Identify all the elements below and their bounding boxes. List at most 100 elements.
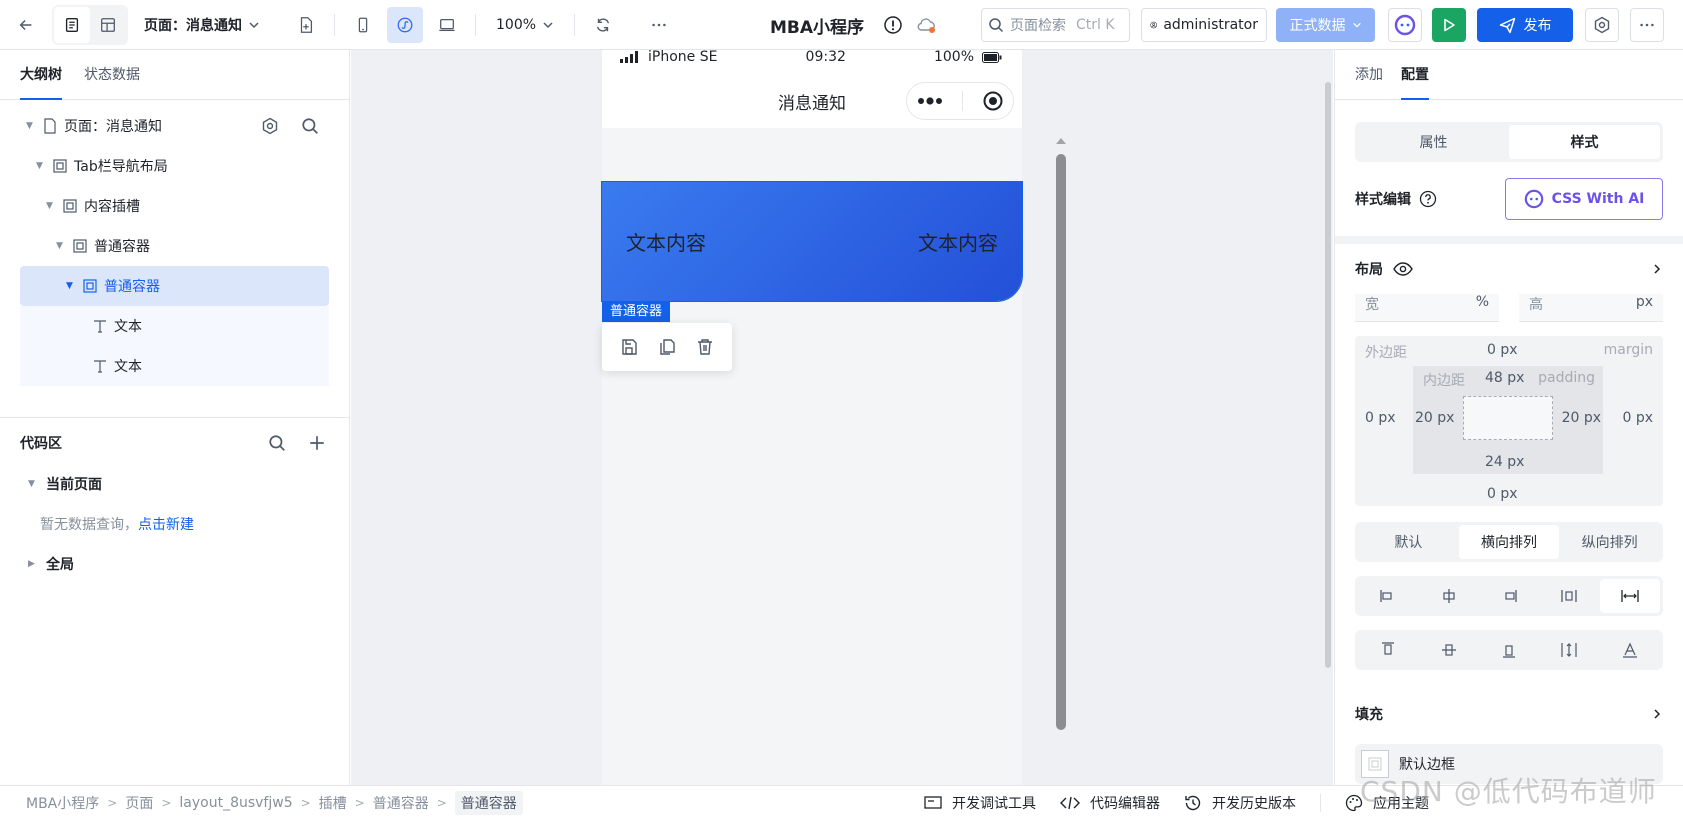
phone-scrollbar[interactable]: [1056, 154, 1066, 730]
page-search-input[interactable]: 页面检索 Ctrl K: [981, 8, 1130, 42]
tab-state-data[interactable]: 状态数据: [84, 50, 140, 99]
history-button[interactable]: 开发历史版本: [1184, 793, 1296, 813]
page-select[interactable]: 页面：消息通知: [144, 15, 260, 35]
breadcrumb-item[interactable]: 页面: [125, 793, 153, 813]
tree-node-page[interactable]: ▼ 页面：消息通知: [20, 106, 329, 146]
padding-right-input[interactable]: 20 px: [1562, 410, 1601, 426]
chevron-right-icon[interactable]: [1651, 708, 1663, 720]
more-button[interactable]: [1630, 8, 1664, 42]
padding-bottom-input[interactable]: 24 px: [1485, 454, 1524, 470]
back-icon[interactable]: [8, 7, 44, 43]
fill-section-header[interactable]: 填充: [1355, 694, 1663, 734]
justify-end-icon[interactable]: [1479, 579, 1539, 613]
layout-icon[interactable]: [90, 7, 126, 43]
justify-between-icon[interactable]: [1599, 579, 1661, 613]
run-button[interactable]: [1432, 8, 1466, 42]
breadcrumb-current[interactable]: 普通容器: [454, 790, 523, 815]
caret-down-icon[interactable]: ▼: [26, 121, 36, 131]
tab-outline-tree[interactable]: 大纲树: [20, 50, 62, 100]
selected-container-banner[interactable]: 文本内容 文本内容: [601, 181, 1023, 302]
help-icon[interactable]: [1419, 190, 1437, 208]
miniprogram-capsule[interactable]: [906, 82, 1014, 120]
margin-right-input[interactable]: 0 px: [1622, 410, 1653, 426]
caret-right-icon[interactable]: ▶: [28, 559, 36, 569]
width-field[interactable]: 宽 %: [1355, 294, 1499, 322]
env-select[interactable]: 正式数据: [1276, 8, 1375, 42]
flow-default[interactable]: 默认: [1358, 525, 1459, 559]
layout-section-header[interactable]: 布局: [1335, 244, 1683, 294]
settings-button[interactable]: [1585, 8, 1619, 42]
breadcrumb-item[interactable]: 普通容器: [373, 793, 429, 813]
create-query-link[interactable]: 点击新建: [138, 514, 194, 534]
caret-down-icon[interactable]: ▼: [66, 281, 76, 291]
margin-top-input[interactable]: 0 px: [1487, 342, 1518, 358]
code-current-page[interactable]: ▼ 当前页面: [0, 464, 350, 504]
flow-vertical[interactable]: 纵向排列: [1559, 525, 1660, 559]
caret-down-icon[interactable]: ▼: [28, 479, 36, 489]
justify-around-icon[interactable]: [1539, 579, 1599, 613]
css-with-ai-button[interactable]: CSS With AI: [1505, 178, 1663, 220]
flow-horizontal[interactable]: 横向排列: [1458, 525, 1560, 559]
tree-node-container[interactable]: ▼ 普通容器: [20, 226, 329, 266]
page-list-icon[interactable]: [54, 6, 90, 43]
align-stretch-icon[interactable]: [1539, 633, 1599, 667]
scroll-up-arrow-icon[interactable]: [1056, 138, 1066, 144]
caret-down-icon[interactable]: ▼: [56, 241, 66, 251]
refresh-icon[interactable]: [585, 7, 621, 43]
padding-left-input[interactable]: 20 px: [1415, 410, 1454, 426]
search-icon[interactable]: [268, 434, 286, 452]
code-global[interactable]: ▶ 全局: [0, 544, 350, 584]
align-baseline-icon[interactable]: [1600, 633, 1660, 667]
mobile-device-icon[interactable]: [345, 7, 381, 43]
chevron-right-icon[interactable]: [1651, 263, 1663, 275]
margin-left-input[interactable]: 0 px: [1365, 410, 1396, 426]
seg-properties[interactable]: 属性: [1358, 125, 1509, 159]
ai-assistant-button[interactable]: [1388, 8, 1422, 42]
tree-node-text[interactable]: 文本: [20, 306, 329, 346]
dev-tools-button[interactable]: 开发调试工具: [924, 793, 1036, 813]
more-dots-icon[interactable]: [917, 97, 943, 105]
seg-style[interactable]: 样式: [1509, 125, 1660, 159]
justify-center-icon[interactable]: [1418, 579, 1478, 613]
code-editor-button[interactable]: 代码编辑器: [1060, 793, 1160, 813]
miniprogram-icon[interactable]: [387, 6, 423, 43]
tree-node-container-selected[interactable]: ▼ 普通容器: [20, 266, 329, 306]
copy-icon[interactable]: [658, 338, 676, 356]
tab-config[interactable]: 配置: [1401, 50, 1429, 100]
save-icon[interactable]: [620, 338, 638, 356]
user-button[interactable]: administrator: [1141, 8, 1267, 42]
tree-node-content-slot[interactable]: ▼ 内容插槽: [20, 186, 329, 226]
height-field[interactable]: 高 px: [1519, 294, 1663, 322]
margin-bottom-input[interactable]: 0 px: [1487, 486, 1518, 502]
search-icon[interactable]: [301, 117, 319, 135]
banner-text-right[interactable]: 文本内容: [918, 227, 998, 256]
desktop-device-icon[interactable]: [429, 7, 465, 43]
info-icon[interactable]: [883, 15, 903, 35]
panel-divider[interactable]: [0, 417, 350, 418]
right-panel-scrollbar[interactable]: [1325, 82, 1331, 668]
caret-down-icon[interactable]: ▼: [46, 201, 56, 211]
eye-icon[interactable]: [1393, 262, 1413, 276]
new-page-icon[interactable]: [288, 7, 324, 43]
publish-button[interactable]: 发布: [1477, 8, 1573, 42]
tree-node-text[interactable]: 文本: [20, 346, 329, 386]
plus-icon[interactable]: [308, 434, 326, 452]
align-bottom-icon[interactable]: [1479, 633, 1539, 667]
tree-node-tab-layout[interactable]: ▼ Tab栏导航布局: [20, 146, 329, 186]
breadcrumb-item[interactable]: layout_8usvfjw5: [179, 795, 292, 811]
more-horizontal-icon[interactable]: [641, 7, 677, 43]
breadcrumb-item[interactable]: 插槽: [319, 793, 347, 813]
padding-top-input[interactable]: 48 px: [1485, 370, 1524, 386]
caret-down-icon[interactable]: ▼: [36, 161, 46, 171]
breadcrumb-item[interactable]: MBA小程序: [26, 793, 99, 813]
close-target-icon[interactable]: [982, 90, 1004, 112]
banner-text-left[interactable]: 文本内容: [626, 227, 706, 256]
cloud-sync-icon[interactable]: [915, 15, 937, 35]
gear-icon[interactable]: [261, 117, 279, 135]
justify-start-icon[interactable]: [1358, 579, 1418, 613]
zoom-select[interactable]: 100%: [486, 17, 564, 33]
align-middle-icon[interactable]: [1418, 633, 1478, 667]
align-top-icon[interactable]: [1358, 633, 1418, 667]
tab-add[interactable]: 添加: [1355, 50, 1383, 99]
delete-icon[interactable]: [696, 338, 714, 356]
